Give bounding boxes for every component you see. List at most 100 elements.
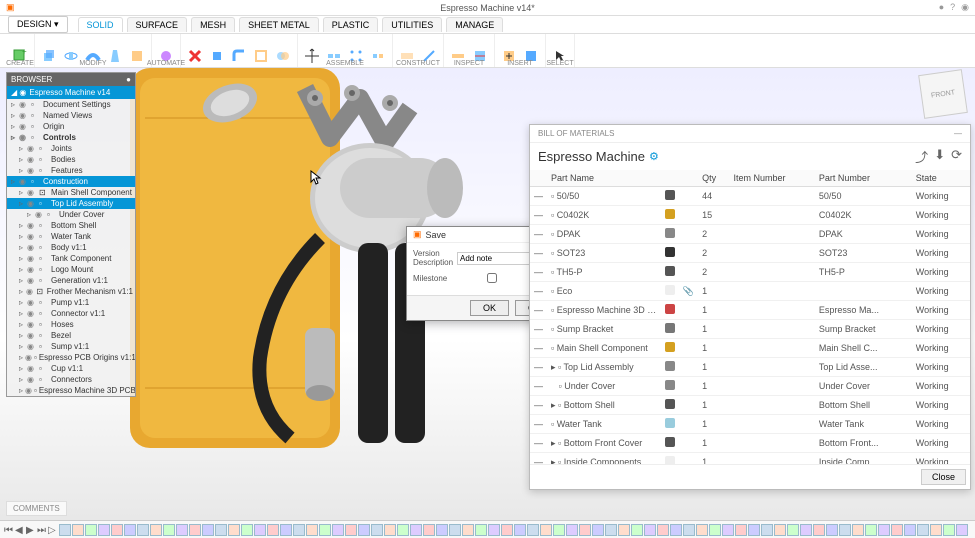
- browser-item[interactable]: ▹◉▫Body v1:1: [7, 242, 135, 253]
- timeline-feature[interactable]: [774, 524, 786, 536]
- browser-header[interactable]: BROWSER●: [7, 73, 135, 86]
- timeline-feature[interactable]: [215, 524, 227, 536]
- timeline-feature[interactable]: [956, 524, 968, 536]
- timeline-feature[interactable]: [423, 524, 435, 536]
- workspace-switcher[interactable]: DESIGN ▾: [8, 16, 68, 33]
- timeline-feature[interactable]: [540, 524, 552, 536]
- timeline-fwd-icon[interactable]: ▶: [26, 525, 36, 535]
- browser-item[interactable]: ▹◉▫Generation v1:1: [7, 275, 135, 286]
- browser-item[interactable]: ▹◉⊡Main Shell Component: [7, 187, 135, 198]
- timeline-feature[interactable]: [332, 524, 344, 536]
- timeline-feature[interactable]: [436, 524, 448, 536]
- timeline-feature[interactable]: [189, 524, 201, 536]
- timeline-feature[interactable]: [501, 524, 513, 536]
- browser-item[interactable]: ▹◉▫Tank Component: [7, 253, 135, 264]
- timeline-feature[interactable]: [709, 524, 721, 536]
- timeline-feature[interactable]: [345, 524, 357, 536]
- timeline-feature[interactable]: [553, 524, 565, 536]
- timeline-feature[interactable]: [358, 524, 370, 536]
- press-pull-icon[interactable]: [207, 45, 227, 67]
- timeline-feature[interactable]: [566, 524, 578, 536]
- timeline-feature[interactable]: [241, 524, 253, 536]
- gear-icon[interactable]: ⚙: [649, 150, 659, 163]
- table-row[interactable]: —▫ 50/504450/50Working: [530, 187, 970, 206]
- browser-item[interactable]: ▹◉▫Bezel: [7, 330, 135, 341]
- browser-item[interactable]: ▹◉▫Controls: [7, 132, 135, 143]
- timeline-feature[interactable]: [163, 524, 175, 536]
- browser-item[interactable]: ▹◉▫Hoses: [7, 319, 135, 330]
- browser-item[interactable]: ▹◉▫Espresso Machine 3D PCB v3: [7, 385, 135, 396]
- browser-item[interactable]: ▹◉▫Cup v1:1: [7, 363, 135, 374]
- timeline-feature[interactable]: [579, 524, 591, 536]
- table-row[interactable]: —▫ Water Tank1Water TankWorking: [530, 415, 970, 434]
- browser-item[interactable]: ▹◉▫Joints: [7, 143, 135, 154]
- timeline-feature[interactable]: [202, 524, 214, 536]
- sync-icon[interactable]: ⟳: [951, 147, 962, 166]
- table-row[interactable]: —▸ ▫ Inside Components1Inside Comp...Wor…: [530, 453, 970, 465]
- timeline-feature[interactable]: [410, 524, 422, 536]
- bom-col-header[interactable]: Qty: [698, 170, 729, 187]
- timeline-feature[interactable]: [72, 524, 84, 536]
- table-row[interactable]: —▫ SOT232SOT23Working: [530, 244, 970, 263]
- bom-col-header[interactable]: Part Name: [547, 170, 661, 187]
- table-row[interactable]: —▫ Main Shell Component1Main Shell C...W…: [530, 339, 970, 358]
- timeline-feature[interactable]: [514, 524, 526, 536]
- timeline-feature[interactable]: [891, 524, 903, 536]
- timeline-feature[interactable]: [475, 524, 487, 536]
- timeline-feature[interactable]: [527, 524, 539, 536]
- timeline-feature[interactable]: [228, 524, 240, 536]
- share-icon[interactable]: ⤴: [915, 147, 928, 166]
- download-icon[interactable]: ⬇: [934, 147, 945, 166]
- timeline-feature[interactable]: [488, 524, 500, 536]
- timeline-feature[interactable]: [605, 524, 617, 536]
- joint-icon[interactable]: [368, 45, 388, 67]
- bom-col-header[interactable]: Part Number: [815, 170, 912, 187]
- bom-col-header[interactable]: Item Number: [729, 170, 814, 187]
- timeline-feature[interactable]: [813, 524, 825, 536]
- timeline-feature[interactable]: [878, 524, 890, 536]
- timeline-feature[interactable]: [124, 524, 136, 536]
- timeline-feature[interactable]: [930, 524, 942, 536]
- browser-item[interactable]: ▹◉▫Named Views: [7, 110, 135, 121]
- timeline-feature[interactable]: [735, 524, 747, 536]
- browser-item[interactable]: ▹◉▫Pump v1:1: [7, 297, 135, 308]
- timeline-feature[interactable]: [670, 524, 682, 536]
- fillet-icon[interactable]: [229, 45, 249, 67]
- timeline-feature[interactable]: [657, 524, 669, 536]
- shell-icon[interactable]: [251, 45, 271, 67]
- table-row[interactable]: —▸ ▫ Top Lid Assembly1Top Lid Asse...Wor…: [530, 358, 970, 377]
- timeline-end-icon[interactable]: ⏭: [37, 525, 47, 535]
- table-row[interactable]: —▫ DPAK2DPAKWorking: [530, 225, 970, 244]
- milestone-checkbox[interactable]: [487, 273, 497, 283]
- bom-header[interactable]: BILL OF MATERIALS—: [530, 125, 970, 143]
- bom-col-header[interactable]: [530, 170, 547, 187]
- timeline-feature[interactable]: [371, 524, 383, 536]
- timeline-feature[interactable]: [865, 524, 877, 536]
- timeline-feature[interactable]: [852, 524, 864, 536]
- collapse-icon[interactable]: —: [954, 129, 962, 138]
- timeline-feature[interactable]: [267, 524, 279, 536]
- timeline-feature[interactable]: [943, 524, 955, 536]
- timeline-feature[interactable]: [696, 524, 708, 536]
- bom-col-header[interactable]: State: [912, 170, 970, 187]
- user-avatar[interactable]: ◉: [961, 2, 969, 13]
- close-button[interactable]: Close: [921, 469, 966, 485]
- comments-bar[interactable]: COMMENTS: [6, 501, 67, 516]
- browser-item[interactable]: ▹◉▫Logo Mount: [7, 264, 135, 275]
- table-row[interactable]: — ▫ Under Cover1Under CoverWorking: [530, 377, 970, 396]
- tab-utilities[interactable]: UTILITIES: [382, 17, 442, 32]
- box-icon[interactable]: [127, 45, 147, 67]
- browser-root[interactable]: ◢ ◉ Espresso Machine v14: [7, 86, 135, 99]
- timeline-feature[interactable]: [85, 524, 97, 536]
- browser-item[interactable]: ▹◉▫Top Lid Assembly: [7, 198, 135, 209]
- notif-icon[interactable]: ●: [939, 2, 944, 13]
- timeline-feature[interactable]: [800, 524, 812, 536]
- table-row[interactable]: —▫ Eco📎1Working: [530, 282, 970, 301]
- table-row[interactable]: —▫ Sump Bracket1Sump BracketWorking: [530, 320, 970, 339]
- timeline-feature[interactable]: [397, 524, 409, 536]
- timeline-feature[interactable]: [787, 524, 799, 536]
- timeline-feature[interactable]: [449, 524, 461, 536]
- timeline-feature[interactable]: [618, 524, 630, 536]
- timeline-feature[interactable]: [683, 524, 695, 536]
- browser-item[interactable]: ▹◉▫Construction: [7, 176, 135, 187]
